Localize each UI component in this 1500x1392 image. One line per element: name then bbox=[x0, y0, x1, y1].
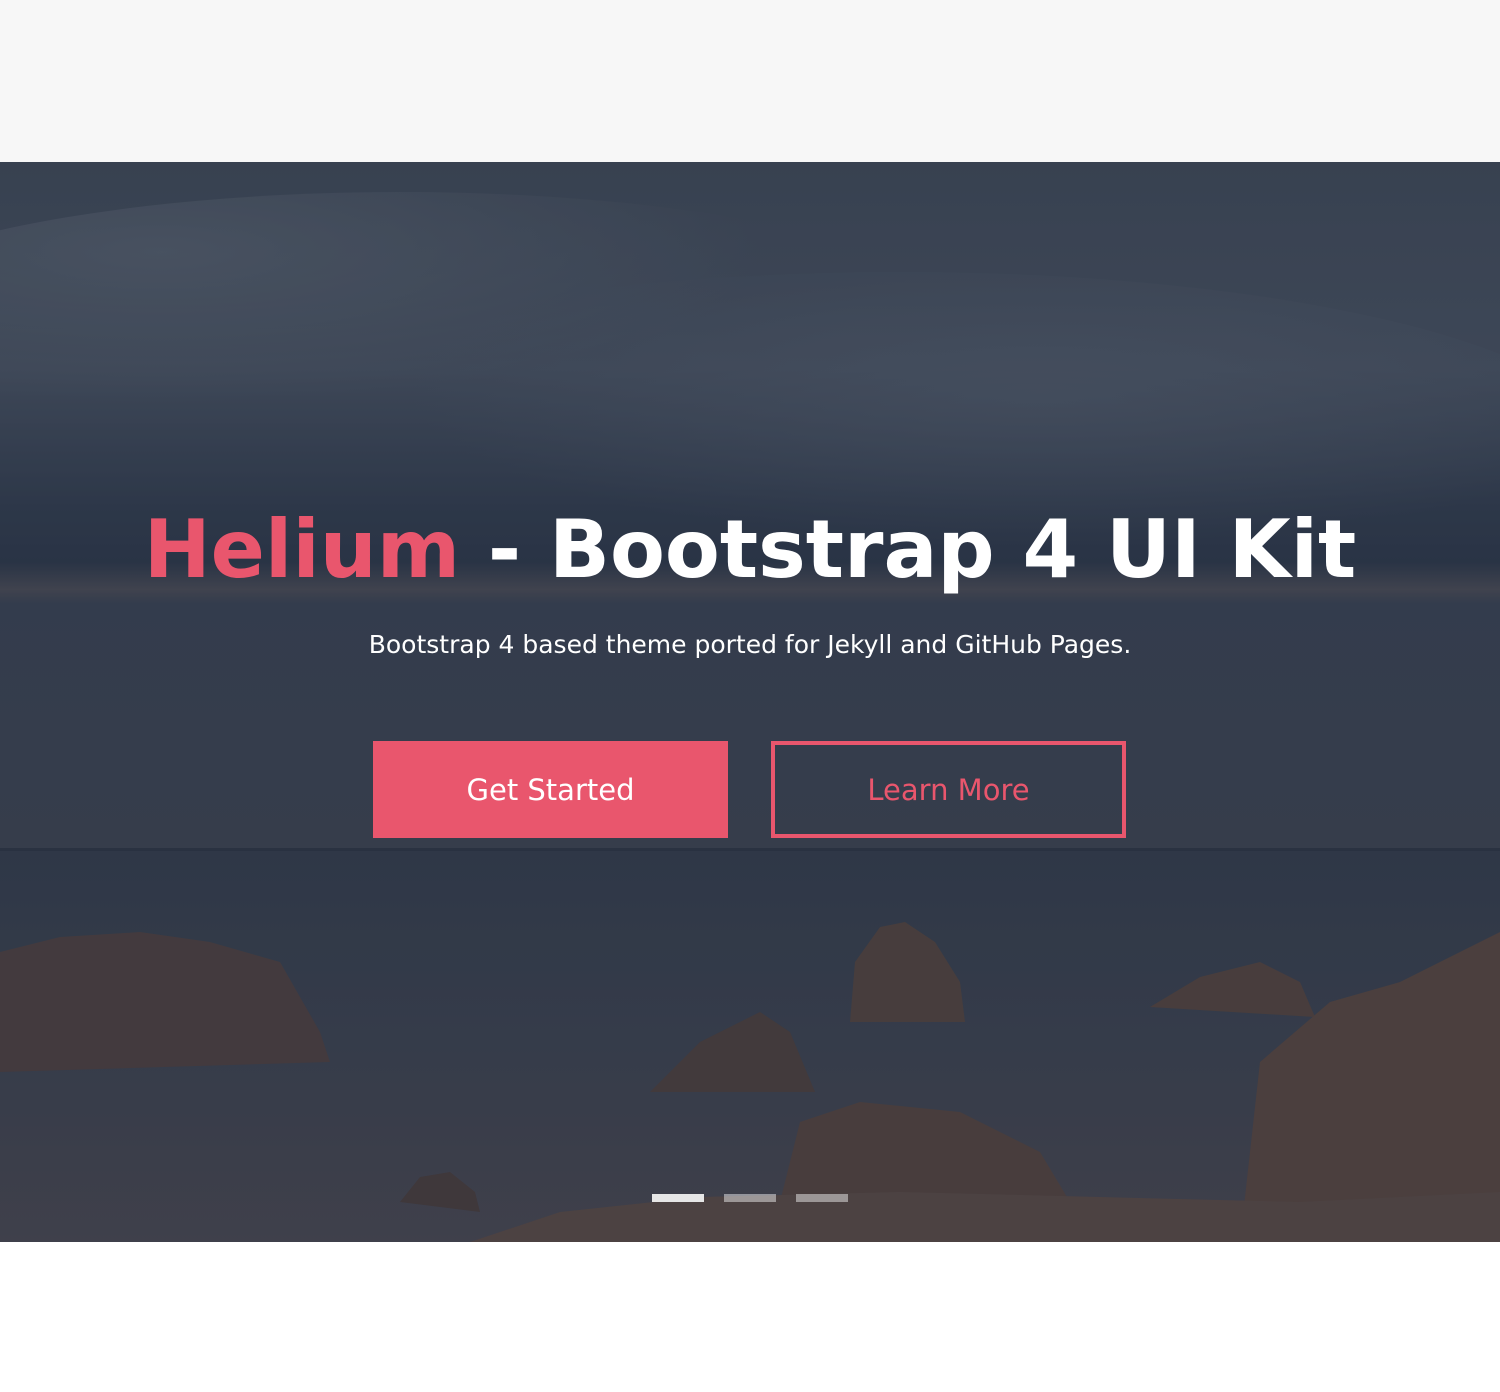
carousel-indicator-1[interactable] bbox=[652, 1194, 704, 1202]
get-started-button[interactable]: Get Started bbox=[373, 741, 728, 838]
carousel-indicator-3[interactable] bbox=[796, 1194, 848, 1202]
hero-content: Helium - Bootstrap 4 UI Kit Bootstrap 4 … bbox=[0, 162, 1500, 1242]
learn-more-button[interactable]: Learn More bbox=[771, 741, 1126, 838]
carousel-indicator-2[interactable] bbox=[724, 1194, 776, 1202]
hero-subtitle: Bootstrap 4 based theme ported for Jekyl… bbox=[368, 630, 1132, 659]
carousel-indicators bbox=[0, 1194, 1500, 1202]
hero-title: Helium - Bootstrap 4 UI Kit bbox=[0, 502, 1500, 598]
top-navbar bbox=[0, 0, 1500, 162]
hero-carousel: Helium - Bootstrap 4 UI Kit Bootstrap 4 … bbox=[0, 162, 1500, 1242]
hero-title-rest: - Bootstrap 4 UI Kit bbox=[460, 503, 1357, 596]
hero-title-brand: Helium bbox=[143, 503, 461, 596]
